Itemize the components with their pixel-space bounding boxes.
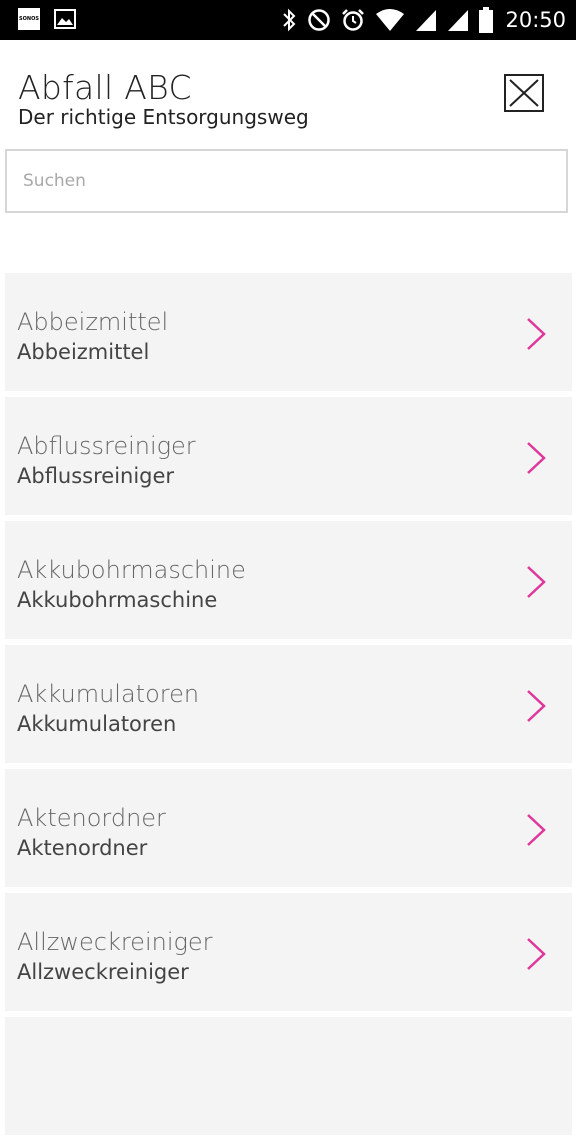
list-item[interactable]: Allzweckreiniger Allzweckreiniger <box>5 893 572 1011</box>
page-subtitle: Der richtige Entsorgungsweg <box>18 105 309 129</box>
item-title: Akkubohrmaschine <box>17 556 246 584</box>
item-subtitle: Akkubohrmaschine <box>17 588 218 612</box>
chevron-right-icon <box>527 938 546 970</box>
do-not-disturb-icon <box>308 9 331 31</box>
page-title: Abfall ABC <box>18 68 192 107</box>
close-button[interactable] <box>504 74 544 112</box>
status-bar: SONOS 20:50 <box>0 0 576 40</box>
clock: 20:50 <box>505 8 566 32</box>
waste-list: Abbeizmittel Abbeizmittel Abflussreinige… <box>5 273 572 1141</box>
list-item[interactable]: Akkumulatoren Akkumulatoren <box>5 645 572 763</box>
item-title: Aktenordner <box>17 804 166 832</box>
close-icon <box>509 79 539 107</box>
item-title: Akkumulatoren <box>17 680 200 708</box>
list-item[interactable]: Abbeizmittel Abbeizmittel <box>5 273 572 391</box>
search-field[interactable] <box>5 149 568 213</box>
gallery-notification-icon <box>54 9 76 29</box>
wifi-icon <box>376 9 405 31</box>
item-subtitle: Allzweckreiniger <box>17 960 189 984</box>
item-subtitle: Abflussreiniger <box>17 464 175 488</box>
battery-icon <box>479 7 494 33</box>
bluetooth-icon <box>283 8 296 32</box>
header: Abfall ABC Der richtige Entsorgungsweg <box>0 40 576 150</box>
item-subtitle: Abbeizmittel <box>17 340 150 364</box>
chevron-right-icon <box>527 814 546 846</box>
chevron-right-icon <box>527 318 546 350</box>
item-title: Allzweckreiniger <box>17 928 213 956</box>
item-subtitle: Akkumulatoren <box>17 712 177 736</box>
list-item[interactable]: Aktenordner Aktenordner <box>5 769 572 887</box>
search-input[interactable] <box>7 151 566 211</box>
signal-icon-2 <box>448 10 469 31</box>
list-item[interactable]: Akkubohrmaschine Akkubohrmaschine <box>5 521 572 639</box>
signal-icon-1 <box>416 10 437 31</box>
item-title: Abflussreiniger <box>17 432 196 460</box>
chevron-right-icon <box>527 690 546 722</box>
item-subtitle: Aktenordner <box>17 836 148 860</box>
chevron-right-icon <box>527 442 546 474</box>
list-item[interactable]: Abflussreiniger Abflussreiniger <box>5 397 572 515</box>
sonos-notification-icon: SONOS <box>18 8 40 30</box>
item-title: Abbeizmittel <box>17 308 169 336</box>
alarm-icon <box>342 9 365 31</box>
list-item[interactable] <box>5 1017 572 1135</box>
chevron-right-icon <box>527 566 546 598</box>
